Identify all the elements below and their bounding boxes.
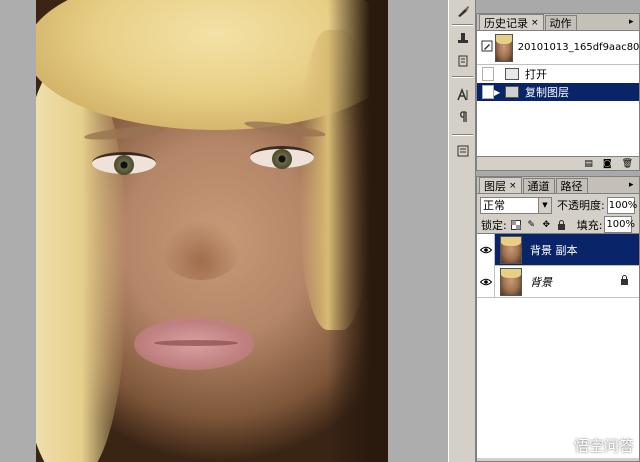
history-panel: 历史记录 × 动作 ▸ 20101013_165df9aac807... 打开 … bbox=[476, 13, 640, 171]
history-brush-checkbox[interactable] bbox=[482, 85, 494, 99]
layer-thumbnail bbox=[500, 267, 522, 296]
history-step-label: 复制图层 bbox=[525, 86, 569, 99]
layer-row-background[interactable]: 背景 bbox=[477, 265, 639, 298]
tab-history[interactable]: 历史记录 × bbox=[479, 14, 544, 30]
history-snapshot-row[interactable]: 20101013_165df9aac807... bbox=[477, 31, 639, 65]
lock-all-icon[interactable] bbox=[556, 219, 567, 230]
layers-tabbar: 图层 × 通道 路径 ▸ bbox=[477, 177, 639, 194]
history-brush-source-icon[interactable] bbox=[479, 40, 495, 55]
brush-tool-icon[interactable] bbox=[452, 0, 473, 21]
panel-menu-icon[interactable]: ▸ bbox=[629, 179, 637, 191]
close-icon[interactable]: × bbox=[531, 18, 539, 28]
paragraph-panel-icon[interactable] bbox=[452, 106, 473, 127]
lock-image-pixels-icon[interactable]: ✎ bbox=[526, 219, 537, 230]
photo-shadow bbox=[328, 0, 388, 462]
layers-panel: 图层 × 通道 路径 ▸ 正常 ▼ 不透明度: 100% 锁定: ✎ ✥ 填充:… bbox=[476, 176, 640, 462]
blend-controls: 正常 ▼ 不透明度: 100% bbox=[477, 194, 639, 216]
tab-channels-label: 通道 bbox=[527, 180, 550, 193]
chevron-down-icon[interactable]: ▼ bbox=[538, 197, 551, 213]
lock-controls: 锁定: ✎ ✥ 填充: 100% bbox=[477, 216, 639, 234]
blend-mode-value: 正常 bbox=[483, 199, 505, 212]
lock-transparent-pixels-icon[interactable] bbox=[511, 219, 522, 230]
tab-channels[interactable]: 通道 bbox=[522, 178, 555, 193]
panel-dock-toolbar bbox=[448, 0, 476, 462]
history-state-arrow-icon[interactable]: ▶ bbox=[494, 88, 502, 97]
lock-icon bbox=[620, 275, 629, 288]
tab-layers[interactable]: 图层 × bbox=[479, 177, 522, 193]
photo-nose bbox=[161, 220, 241, 280]
document-image[interactable] bbox=[36, 0, 388, 462]
opacity-label: 不透明度: bbox=[557, 199, 605, 212]
fill-label: 填充: bbox=[576, 218, 603, 232]
new-document-from-state-icon[interactable]: ▤ bbox=[584, 159, 593, 169]
delete-state-icon[interactable]: 🗑 bbox=[622, 159, 633, 169]
tab-paths-label: 路径 bbox=[560, 180, 583, 193]
history-footer: ▤ ◙ 🗑 bbox=[477, 156, 639, 170]
eye-icon[interactable] bbox=[477, 265, 495, 298]
snapshot-thumbnail bbox=[494, 33, 513, 62]
layer-comps-icon[interactable] bbox=[452, 140, 473, 161]
tab-history-label: 历史记录 bbox=[484, 16, 528, 30]
toolbar-separator bbox=[452, 134, 473, 136]
eye-icon[interactable] bbox=[477, 233, 495, 266]
watermark: 悟空问答 bbox=[549, 435, 634, 456]
watermark-logo-icon bbox=[549, 435, 570, 456]
photo-left-eye bbox=[92, 152, 156, 175]
character-panel-icon[interactable] bbox=[452, 84, 473, 105]
tab-actions[interactable]: 动作 bbox=[544, 15, 577, 30]
history-step-open[interactable]: 打开 bbox=[477, 65, 639, 83]
clone-stamp-icon[interactable] bbox=[452, 28, 473, 49]
history-step-duplicate-layer[interactable]: ▶ 复制图层 bbox=[477, 83, 639, 101]
watermark-text: 悟空问答 bbox=[573, 437, 634, 455]
tab-layers-label: 图层 bbox=[484, 179, 506, 193]
close-icon[interactable]: × bbox=[509, 181, 517, 191]
history-brush-icon[interactable] bbox=[452, 50, 473, 71]
toolbar-separator bbox=[452, 76, 473, 78]
canvas-area[interactable] bbox=[0, 0, 448, 462]
blend-mode-select[interactable]: 正常 ▼ bbox=[480, 196, 552, 214]
layer-name: 背景 bbox=[530, 275, 552, 289]
layers-list: 背景 副本 背景 bbox=[477, 233, 639, 458]
photo-right-eye bbox=[250, 146, 314, 169]
lock-position-icon[interactable]: ✥ bbox=[541, 219, 552, 230]
history-brush-checkbox[interactable] bbox=[482, 67, 494, 81]
panel-menu-icon[interactable]: ▸ bbox=[629, 16, 637, 28]
history-tabbar: 历史记录 × 动作 ▸ bbox=[477, 14, 639, 31]
fill-field[interactable]: 100% bbox=[604, 216, 635, 233]
create-snapshot-icon[interactable]: ◙ bbox=[603, 159, 612, 169]
history-step-label: 打开 bbox=[525, 68, 547, 81]
snapshot-label: 20101013_165df9aac807... bbox=[517, 42, 639, 53]
photo-hair-left bbox=[36, 60, 126, 462]
layer-thumbnail bbox=[500, 235, 522, 264]
document-step-icon bbox=[505, 86, 519, 98]
lock-label: 锁定: bbox=[481, 218, 507, 232]
toolbar-separator bbox=[452, 24, 473, 26]
layer-name: 背景 副本 bbox=[530, 243, 578, 257]
layer-row-background-copy[interactable]: 背景 副本 bbox=[477, 233, 639, 266]
photo-mouth-line bbox=[154, 340, 238, 346]
tab-paths[interactable]: 路径 bbox=[555, 178, 588, 193]
opacity-field[interactable]: 100% bbox=[606, 196, 637, 214]
document-step-icon bbox=[505, 68, 519, 80]
tab-actions-label: 动作 bbox=[549, 17, 572, 30]
